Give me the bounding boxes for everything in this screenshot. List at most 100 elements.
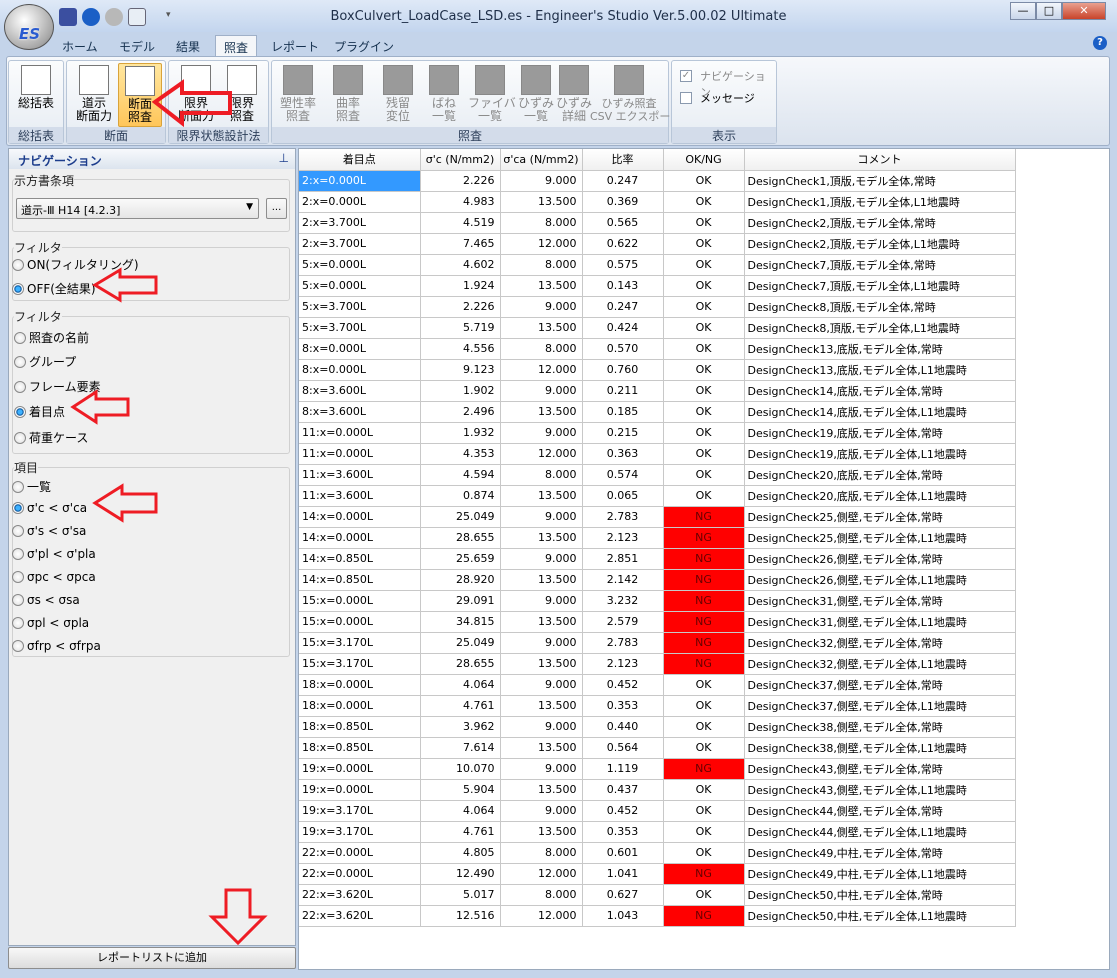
ductility-check-button[interactable]: 塑性率 照査 — [276, 63, 320, 127]
cell-sigma-c[interactable]: 25.049 — [420, 632, 501, 654]
cell-point[interactable]: 8:x=3.600L — [299, 401, 421, 423]
item-sfrp-radio[interactable]: σfrp < σfrpa — [12, 639, 101, 653]
cell-sigma-c[interactable]: 4.353 — [420, 443, 501, 465]
cell-sigma-c[interactable]: 5.904 — [420, 779, 501, 801]
cell-ratio[interactable]: 0.622 — [582, 233, 664, 255]
cell-sigma-c[interactable]: 9.123 — [420, 359, 501, 381]
table-row[interactable]: 22:x=3.620L 5.017 8.000 0.627 OK DesignCheck5… — [299, 884, 1016, 906]
cell-ok-ng[interactable]: OK — [663, 233, 745, 255]
cell-comment[interactable]: DesignCheck50,中柱,モデル全体,常時 — [744, 884, 1016, 906]
cell-comment[interactable]: DesignCheck38,側壁,モデル全体,常時 — [744, 716, 1016, 738]
cell-ok-ng[interactable]: OK — [663, 317, 745, 339]
cell-ratio[interactable]: 0.211 — [582, 380, 664, 402]
cell-sigma-c[interactable]: 34.815 — [420, 611, 501, 633]
cell-ok-ng[interactable]: NG — [663, 548, 745, 570]
cell-sigma-ca[interactable]: 9.000 — [500, 506, 583, 528]
cell-sigma-ca[interactable]: 9.000 — [500, 296, 583, 318]
cell-sigma-c[interactable]: 29.091 — [420, 590, 501, 612]
col-sigma-c[interactable]: σ'c (N/mm2) — [420, 149, 501, 171]
cell-ok-ng[interactable]: NG — [663, 506, 745, 528]
cell-ok-ng[interactable]: NG — [663, 863, 745, 885]
cell-sigma-c[interactable]: 28.655 — [420, 527, 501, 549]
item-spl-radio[interactable]: σ'pl < σ'pla — [12, 547, 96, 561]
cell-comment[interactable]: DesignCheck49,中柱,モデル全体,L1地震時 — [744, 863, 1016, 885]
table-row[interactable]: 14:x=0.850L 28.920 13.500 2.142 NG DesignChec… — [299, 569, 1016, 591]
summary-button[interactable]: 総括表 — [14, 63, 58, 127]
cell-point[interactable]: 18:x=0.000L — [299, 674, 421, 696]
cell-sigma-ca[interactable]: 13.500 — [500, 401, 583, 423]
cell-ratio[interactable]: 1.119 — [582, 758, 664, 780]
tab-plugin[interactable]: プラグイン — [326, 35, 402, 57]
cell-point[interactable]: 15:x=0.000L — [299, 611, 421, 633]
table-row[interactable]: 11:x=0.000L 4.353 12.000 0.363 OK DesignCheck… — [299, 443, 1016, 465]
item-ss-radio[interactable]: σ's < σ'sa — [12, 524, 86, 538]
cell-point[interactable]: 11:x=0.000L — [299, 443, 421, 465]
cell-sigma-c[interactable]: 7.614 — [420, 737, 501, 759]
cell-ratio[interactable]: 0.564 — [582, 737, 664, 759]
cell-sigma-c[interactable]: 1.932 — [420, 422, 501, 444]
cell-point[interactable]: 19:x=3.170L — [299, 800, 421, 822]
table-row[interactable]: 11:x=0.000L 1.932 9.000 0.215 OK DesignCheck1… — [299, 422, 1016, 444]
cell-point[interactable]: 15:x=0.000L — [299, 590, 421, 612]
cell-comment[interactable]: DesignCheck2,頂版,モデル全体,L1地震時 — [744, 233, 1016, 255]
cell-sigma-ca[interactable]: 13.500 — [500, 317, 583, 339]
cell-comment[interactable]: DesignCheck44,側壁,モデル全体,L1地震時 — [744, 821, 1016, 843]
cell-ok-ng[interactable]: OK — [663, 170, 745, 192]
cell-sigma-ca[interactable]: 9.000 — [500, 380, 583, 402]
table-row[interactable]: 15:x=0.000L 29.091 9.000 3.232 NG DesignCheck… — [299, 590, 1016, 612]
cell-sigma-ca[interactable]: 9.000 — [500, 548, 583, 570]
cell-comment[interactable]: DesignCheck13,底版,モデル全体,L1地震時 — [744, 359, 1016, 381]
table-row[interactable]: 2:x=0.000L 2.226 9.000 0.247 OK DesignCheck1,… — [299, 170, 1016, 192]
redo-icon[interactable] — [105, 8, 123, 26]
cell-ratio[interactable]: 0.565 — [582, 212, 664, 234]
cell-ratio[interactable]: 0.601 — [582, 842, 664, 864]
cell-point[interactable]: 22:x=0.000L — [299, 842, 421, 864]
cell-ratio[interactable]: 2.851 — [582, 548, 664, 570]
cell-ok-ng[interactable]: OK — [663, 191, 745, 213]
cell-point[interactable]: 18:x=0.850L — [299, 716, 421, 738]
tab-model[interactable]: モデル — [111, 35, 163, 57]
cell-point[interactable]: 19:x=0.000L — [299, 779, 421, 801]
cell-sigma-c[interactable]: 25.049 — [420, 506, 501, 528]
cell-sigma-ca[interactable]: 13.500 — [500, 737, 583, 759]
cell-ratio[interactable]: 0.065 — [582, 485, 664, 507]
table-row[interactable]: 2:x=3.700L 4.519 8.000 0.565 OK DesignCheck2,… — [299, 212, 1016, 234]
cell-point[interactable]: 14:x=0.850L — [299, 548, 421, 570]
save-icon[interactable] — [59, 8, 77, 26]
cell-comment[interactable]: DesignCheck1,頂版,モデル全体,L1地震時 — [744, 191, 1016, 213]
cell-comment[interactable]: DesignCheck8,頂版,モデル全体,常時 — [744, 296, 1016, 318]
cell-sigma-c[interactable]: 1.924 — [420, 275, 501, 297]
cell-sigma-ca[interactable]: 12.000 — [500, 443, 583, 465]
cell-sigma-ca[interactable]: 9.000 — [500, 170, 583, 192]
col-ok-ng[interactable]: OK/NG — [663, 149, 745, 171]
cell-ok-ng[interactable]: OK — [663, 212, 745, 234]
cell-comment[interactable]: DesignCheck31,側壁,モデル全体,L1地震時 — [744, 611, 1016, 633]
col-sigma-ca[interactable]: σ'ca (N/mm2) — [500, 149, 583, 171]
cell-sigma-ca[interactable]: 12.000 — [500, 905, 583, 927]
minimize-button[interactable]: — — [1010, 2, 1036, 20]
cell-sigma-c[interactable]: 4.594 — [420, 464, 501, 486]
cell-point[interactable]: 11:x=3.600L — [299, 485, 421, 507]
cell-ratio[interactable]: 0.247 — [582, 170, 664, 192]
cell-ratio[interactable]: 1.041 — [582, 863, 664, 885]
cell-sigma-c[interactable]: 12.516 — [420, 905, 501, 927]
cell-ok-ng[interactable]: NG — [663, 905, 745, 927]
cell-ok-ng[interactable]: OK — [663, 821, 745, 843]
table-row[interactable]: 14:x=0.000L 25.049 9.000 2.783 NG DesignCheck… — [299, 506, 1016, 528]
table-row[interactable]: 19:x=3.170L 4.064 9.000 0.452 OK DesignCheck4… — [299, 800, 1016, 822]
cell-ratio[interactable]: 0.215 — [582, 422, 664, 444]
cell-comment[interactable]: DesignCheck43,側壁,モデル全体,常時 — [744, 758, 1016, 780]
col-comment[interactable]: コメント — [744, 149, 1016, 171]
cell-ok-ng[interactable]: NG — [663, 611, 745, 633]
cell-comment[interactable]: DesignCheck7,頂版,モデル全体,常時 — [744, 254, 1016, 276]
cell-point[interactable]: 8:x=0.000L — [299, 338, 421, 360]
table-row[interactable]: 18:x=0.000L 4.064 9.000 0.452 OK DesignCheck3… — [299, 674, 1016, 696]
table-row[interactable]: 15:x=3.170L 28.655 13.500 2.123 NG DesignChec… — [299, 653, 1016, 675]
cell-sigma-c[interactable]: 5.017 — [420, 884, 501, 906]
cell-ratio[interactable]: 0.185 — [582, 401, 664, 423]
cell-sigma-c[interactable]: 1.902 — [420, 380, 501, 402]
cell-ratio[interactable]: 0.440 — [582, 716, 664, 738]
cell-ratio[interactable]: 0.437 — [582, 779, 664, 801]
cell-sigma-ca[interactable]: 12.000 — [500, 233, 583, 255]
filter-check-name-radio[interactable]: 照査の名前 — [14, 329, 89, 346]
